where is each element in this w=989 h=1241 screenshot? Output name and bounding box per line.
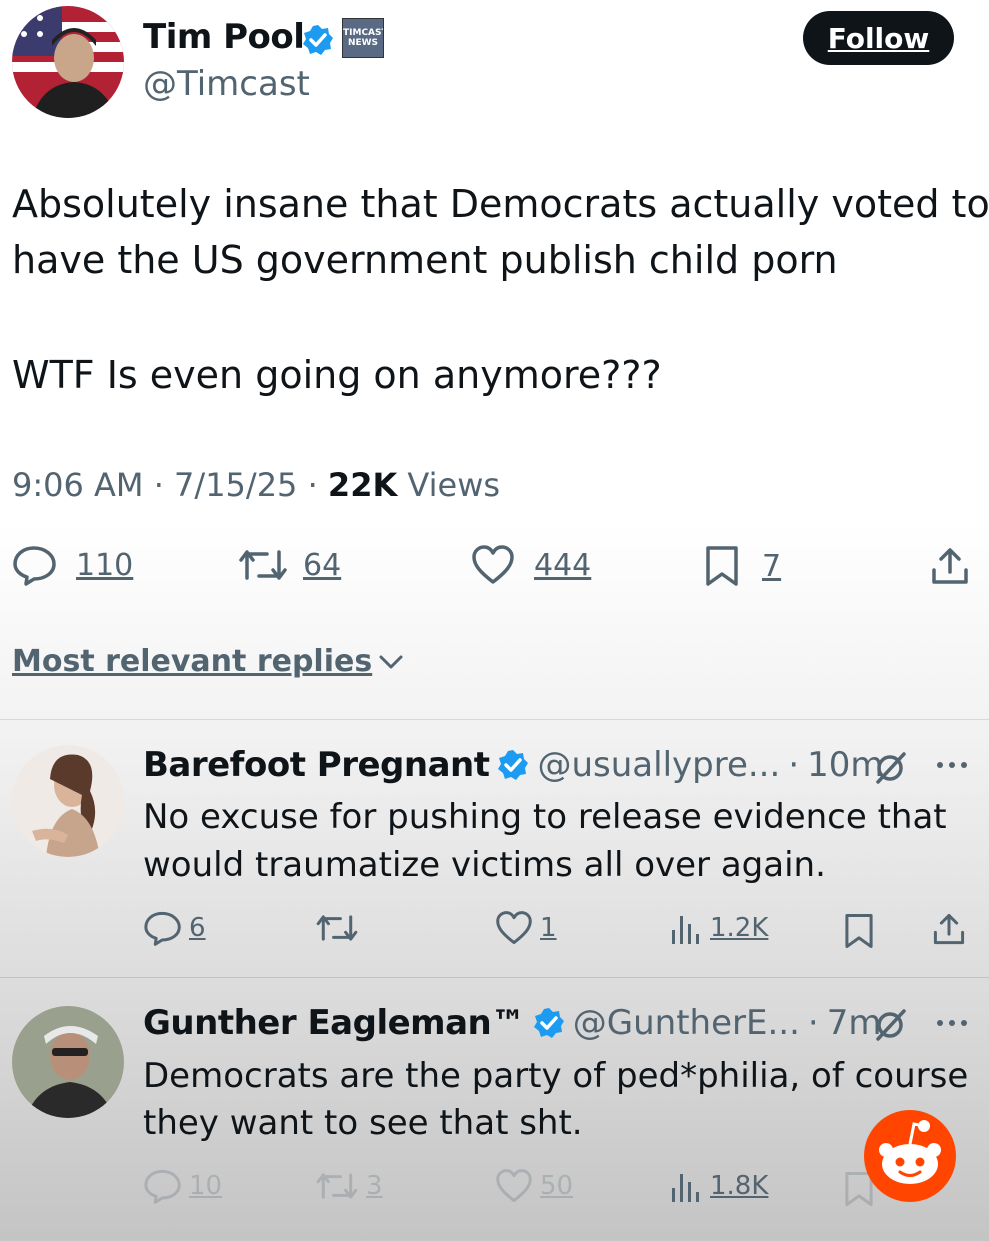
- grok-icon[interactable]: [874, 750, 908, 784]
- author-name[interactable]: Tim Pool: [143, 17, 305, 57]
- reply-count: 10: [189, 1171, 223, 1201]
- reply-header: Barefoot Pregnant @usuallypre... · 10m: [143, 745, 884, 785]
- repost-action[interactable]: [314, 910, 366, 946]
- reply-count: 110: [76, 547, 134, 583]
- reply-text-line-1: No excuse for pushing to release evidenc…: [143, 797, 947, 837]
- views-count: 1.2K: [710, 913, 769, 943]
- reply-header: Gunther Eagleman™ @GuntherE... · 7m: [143, 1003, 881, 1043]
- more-options-icon[interactable]: [935, 760, 969, 770]
- reply-author-handle[interactable]: @GuntherE...: [573, 1003, 800, 1043]
- tweet-time[interactable]: 9:06 AM: [12, 466, 144, 504]
- views-label: Views: [407, 466, 501, 504]
- like-count: 444: [534, 547, 592, 583]
- reply-icon: [144, 1169, 181, 1204]
- reply-action[interactable]: 110: [12, 544, 133, 586]
- views-action[interactable]: 1.2K: [668, 910, 768, 946]
- repost-count: 64: [303, 547, 342, 583]
- like-count: 50: [540, 1171, 574, 1201]
- tweet-text-line-2: have the US government publish child por…: [12, 238, 838, 282]
- follow-button[interactable]: Follow: [803, 11, 954, 65]
- like-action[interactable]: 50: [494, 1168, 573, 1204]
- reply-avatar[interactable]: [12, 1006, 124, 1118]
- divider: [0, 719, 989, 720]
- grok-icon[interactable]: [874, 1007, 908, 1041]
- views-action[interactable]: 1.8K: [668, 1168, 768, 1204]
- sort-replies-dropdown[interactable]: Most relevant replies: [12, 644, 404, 679]
- reply-text-line-2: would traumatize victims all over again.: [143, 845, 826, 885]
- meta-separator: ·: [788, 745, 800, 785]
- verified-badge-icon: [303, 25, 333, 55]
- reply-text-line-2: they want to see that sht.: [143, 1103, 583, 1143]
- analytics-icon: [672, 916, 699, 944]
- share-icon[interactable]: [932, 912, 966, 946]
- affiliate-badge[interactable]: TIMCAST NEWS: [342, 18, 384, 58]
- sort-label: Most relevant replies: [12, 644, 373, 679]
- repost-action[interactable]: 3: [314, 1168, 383, 1204]
- meta-separator: ·: [153, 466, 164, 504]
- heart-icon: [496, 911, 532, 945]
- like-action[interactable]: 444: [470, 544, 591, 586]
- heart-icon: [496, 1169, 532, 1203]
- repost-action[interactable]: 64: [237, 544, 341, 586]
- repost-icon: [239, 550, 287, 580]
- share-icon[interactable]: [930, 546, 970, 586]
- reply-icon: [144, 911, 181, 946]
- meta-separator: ·: [807, 1003, 819, 1043]
- verified-badge-icon: [533, 1008, 564, 1038]
- author-avatar[interactable]: [12, 6, 124, 118]
- bookmark-action[interactable]: 7: [704, 544, 781, 588]
- reply-action[interactable]: 10: [143, 1168, 222, 1204]
- reply-text-line-1: Democrats are the party of ped*philia, o…: [143, 1056, 969, 1096]
- repost-icon: [316, 915, 358, 941]
- like-action[interactable]: 1: [494, 910, 557, 946]
- views-count: 1.8K: [710, 1171, 769, 1201]
- reddit-logo-icon: [864, 1110, 956, 1202]
- views-count: 22K: [327, 466, 398, 504]
- reply-count: 6: [189, 913, 206, 943]
- affiliate-badge-text: TIMCAST NEWS: [343, 28, 384, 48]
- verified-badge-icon: [498, 750, 529, 780]
- chevron-down-icon: [379, 655, 403, 668]
- repost-count: 3: [366, 1171, 383, 1201]
- bookmark-count: 7: [762, 548, 782, 584]
- author-handle[interactable]: @Timcast: [143, 64, 310, 104]
- tweet-text-line-1: Absolutely insane that Democrats actuall…: [12, 182, 989, 226]
- reply-action[interactable]: 6: [143, 910, 206, 946]
- meta-separator: ·: [307, 466, 318, 504]
- bookmark-icon: [706, 546, 738, 586]
- reply-icon: [13, 546, 56, 586]
- more-options-icon[interactable]: [935, 1018, 969, 1028]
- tweet-date[interactable]: 7/15/25: [174, 466, 297, 504]
- like-count: 1: [540, 913, 557, 943]
- bookmark-icon[interactable]: [843, 912, 875, 950]
- tweet-meta: 9:06 AM · 7/15/25 · 22K Views: [12, 466, 500, 504]
- repost-icon: [316, 1173, 358, 1199]
- divider: [0, 977, 989, 978]
- reply-time[interactable]: 10m: [807, 745, 883, 785]
- reply-author-name[interactable]: Gunther Eagleman™: [143, 1003, 525, 1043]
- analytics-icon: [672, 1174, 699, 1202]
- reply-author-name[interactable]: Barefoot Pregnant: [143, 745, 490, 785]
- tweet-text-line-3: WTF Is even going on anymore???: [12, 353, 662, 397]
- heart-icon: [472, 545, 514, 584]
- reply-avatar[interactable]: [12, 745, 124, 857]
- reply-author-handle[interactable]: @usuallypre...: [537, 745, 780, 785]
